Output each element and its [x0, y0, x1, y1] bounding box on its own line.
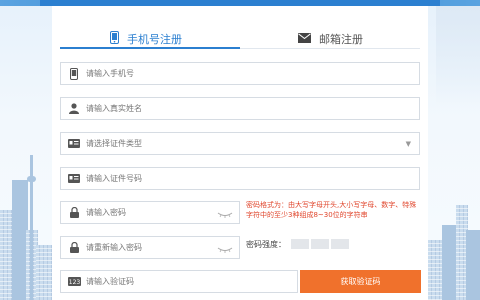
user-icon	[66, 101, 82, 117]
id-type-select[interactable]: 请选择证件类型 ▼	[60, 132, 420, 155]
closed-eye-icon[interactable]	[217, 203, 233, 222]
id-number-placeholder: 请输入证件号码	[86, 174, 142, 183]
envelope-icon	[298, 32, 311, 46]
password-format-hint: 密码格式为：由大写字母开头,大小写字母、数字、特殊字符中的至少3种组成8~30位…	[246, 201, 417, 219]
closed-eye-icon[interactable]	[217, 238, 233, 257]
name-placeholder: 请输入真实姓名	[86, 104, 142, 113]
lock-icon	[66, 240, 82, 256]
password-strength-label: 密码强度：	[246, 240, 286, 249]
tab-email-label: 邮箱注册	[319, 33, 363, 46]
id-type-placeholder: 请选择证件类型	[86, 139, 142, 148]
strength-bar-strong	[331, 239, 349, 249]
real-name-input[interactable]: 请输入真实姓名	[60, 97, 420, 120]
confirm-password-placeholder: 请重新输入密码	[86, 243, 142, 252]
password-input[interactable]: 请输入密码	[60, 201, 240, 224]
id-card-icon	[66, 171, 82, 187]
active-tab-indicator	[60, 47, 240, 49]
svg-text:123: 123	[68, 279, 80, 286]
id-card-icon	[66, 136, 82, 152]
mobile-phone-icon	[110, 31, 119, 47]
dropdown-arrow-icon[interactable]: ▼	[406, 140, 411, 148]
phone-input[interactable]: 请输入手机号	[60, 62, 420, 85]
password-placeholder: 请输入密码	[86, 208, 126, 217]
lock-icon	[66, 205, 82, 221]
code-placeholder: 请输入验证码	[86, 277, 134, 286]
tab-email-register[interactable]: 邮箱注册	[298, 28, 363, 50]
phone-placeholder: 请输入手机号	[86, 69, 134, 78]
phone-icon	[66, 66, 82, 82]
verification-code-input[interactable]: 123 请输入验证码	[60, 270, 298, 293]
strength-bar-weak	[291, 239, 309, 249]
strength-bar-medium	[311, 239, 329, 249]
id-number-input[interactable]: 请输入证件号码	[60, 167, 420, 190]
code-icon: 123	[66, 274, 82, 290]
confirm-password-input[interactable]: 请重新输入密码	[60, 236, 240, 259]
get-verification-code-button[interactable]: 获取验证码	[300, 270, 421, 293]
tab-phone-label: 手机号注册	[127, 33, 182, 46]
